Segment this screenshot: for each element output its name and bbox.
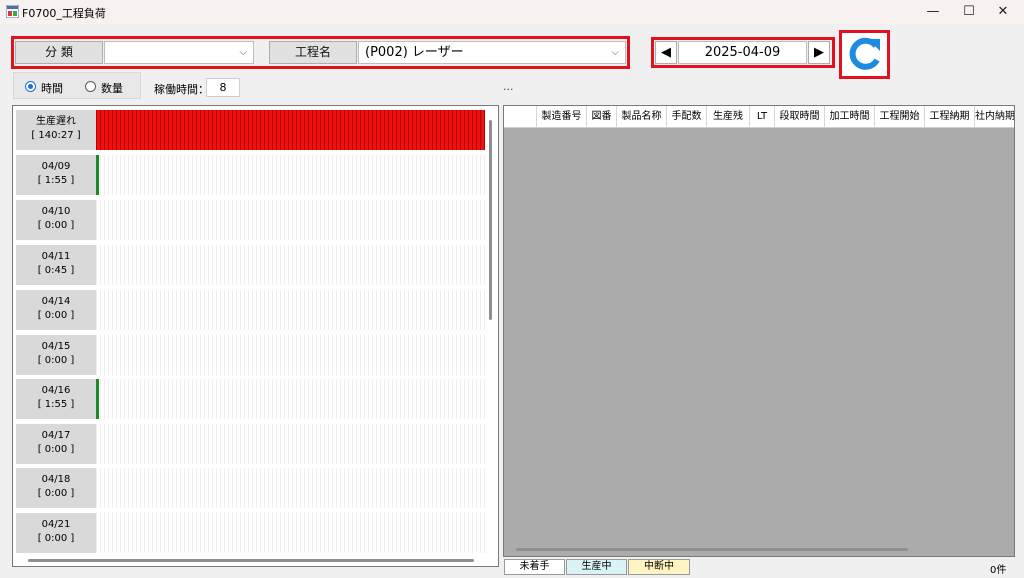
row-track	[96, 468, 485, 508]
radio-qty[interactable]	[85, 81, 96, 92]
next-date-button[interactable]: ▶	[808, 41, 830, 64]
row-track	[96, 424, 485, 464]
chevron-down-icon: ⌵	[239, 47, 247, 58]
refresh-button[interactable]	[839, 30, 890, 79]
process-value: (P002) レーザー	[365, 45, 464, 60]
row-label: 生産遅れ[ 140:27 ]	[16, 110, 96, 150]
close-button[interactable]: ✕	[980, 0, 1024, 24]
ellipsis-text: ...	[503, 80, 514, 93]
process-select[interactable]: (P002) レーザー ⌵	[358, 41, 626, 64]
prev-date-button[interactable]: ◀	[655, 41, 677, 64]
column-header[interactable]: 工程納期	[925, 106, 975, 127]
order-grid: 製造番号 図番 製品名称 手配数 生産残 LT 段取時間 加工時間 工程開始 工…	[503, 105, 1015, 557]
app-icon	[5, 4, 20, 19]
grid-header: 製造番号 図番 製品名称 手配数 生産残 LT 段取時間 加工時間 工程開始 工…	[504, 106, 1014, 128]
column-header[interactable]: 図番	[587, 106, 617, 127]
column-header[interactable]: LT	[750, 106, 775, 127]
refresh-icon	[849, 37, 880, 70]
vertical-scrollbar[interactable]	[489, 120, 492, 320]
load-chart-panel: 生産遅れ[ 140:27 ] 04/09[ 1:55 ] 04/10[ 0:00…	[12, 105, 499, 567]
category-select[interactable]: ⌵	[104, 41, 254, 64]
row-label: 04/10[ 0:00 ]	[16, 200, 96, 240]
row-label: 04/17[ 0:00 ]	[16, 424, 96, 464]
radio-time-label: 時間	[41, 82, 63, 95]
radio-time[interactable]	[25, 81, 36, 92]
row-header-corner	[504, 106, 537, 127]
title-bar	[0, 0, 1024, 24]
column-header[interactable]: 段取時間	[775, 106, 825, 127]
row-label: 04/18[ 0:00 ]	[16, 468, 96, 508]
work-hours-label: 稼働時間：	[154, 83, 209, 96]
column-header[interactable]: 手配数	[667, 106, 707, 127]
row-track	[96, 245, 485, 285]
window-title: F0700_工程負荷	[22, 7, 106, 20]
delay-bar	[96, 110, 485, 150]
row-track	[96, 200, 485, 240]
row-track	[96, 513, 485, 553]
row-label: 04/15[ 0:00 ]	[16, 335, 96, 375]
horizontal-scrollbar[interactable]	[28, 559, 474, 562]
row-label: 04/11[ 0:45 ]	[16, 245, 96, 285]
legend-in-production: 生産中	[566, 559, 627, 575]
grid-horizontal-scrollbar[interactable]	[516, 548, 908, 551]
column-header[interactable]: 社内納期	[975, 106, 1014, 127]
chevron-down-icon: ⌵	[611, 47, 619, 58]
process-button[interactable]: 工程名	[269, 41, 357, 64]
row-track	[96, 290, 485, 330]
legend-suspended: 中断中	[628, 559, 690, 575]
category-button[interactable]: 分 類	[15, 41, 103, 64]
column-header[interactable]: 製造番号	[537, 106, 587, 127]
load-bar	[96, 379, 99, 419]
column-header[interactable]: 製品名称	[617, 106, 667, 127]
record-count: 0件	[990, 565, 1007, 576]
column-header[interactable]: 加工時間	[825, 106, 875, 127]
row-track	[96, 379, 485, 419]
work-hours-input[interactable]: 8	[206, 78, 240, 97]
row-label: 04/16[ 1:55 ]	[16, 379, 96, 419]
column-header[interactable]: 工程開始	[875, 106, 925, 127]
column-header[interactable]: 生産残	[707, 106, 750, 127]
date-field[interactable]: 2025-04-09	[678, 41, 807, 64]
load-bar	[96, 155, 99, 195]
row-track	[96, 335, 485, 375]
row-track	[96, 155, 485, 195]
legend-not-started: 未着手	[504, 559, 565, 575]
row-label: 04/14[ 0:00 ]	[16, 290, 96, 330]
row-label: 04/21[ 0:00 ]	[16, 513, 96, 553]
row-label: 04/09[ 1:55 ]	[16, 155, 96, 195]
radio-qty-label: 数量	[101, 82, 123, 95]
